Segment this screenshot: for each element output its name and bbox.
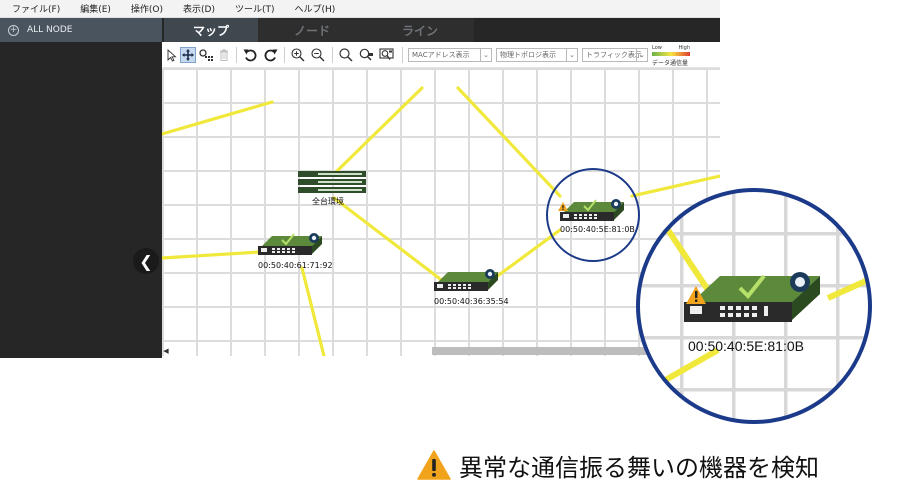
traffic-display-select[interactable]: トラフィック表示 ⌄ (582, 48, 648, 62)
search-icon[interactable] (338, 47, 354, 63)
layout-icon[interactable] (198, 47, 214, 63)
expand-icon[interactable]: + (8, 24, 19, 36)
node-label[interactable]: 00:50:40:61:71:92 (258, 261, 333, 270)
topology-display-select[interactable]: 物理トポロジ表示 ⌄ (496, 48, 578, 62)
mac-display-select[interactable]: MACアドレス表示 ⌄ (408, 48, 492, 62)
toolbar-separator (332, 47, 333, 63)
topology-display-value: 物理トポロジ表示 (500, 51, 556, 59)
menu-view[interactable]: 表示(D) (183, 2, 215, 15)
collapse-sidebar-button[interactable]: ❮ (133, 248, 159, 274)
group-node-label[interactable]: 全台環境 (312, 196, 344, 207)
zoom-node-label: 00:50:40:5E:81:0B (688, 338, 804, 354)
legend-caption: データ通信量 (652, 60, 689, 67)
warning-icon (417, 450, 451, 480)
redo-icon[interactable] (262, 47, 278, 63)
legend-low-label: Low (652, 45, 662, 51)
legend-gradient (652, 52, 690, 56)
pointer-icon[interactable] (166, 47, 178, 63)
zoom-bubble (636, 188, 872, 424)
node-label[interactable]: 00:50:40:36:35:54 (434, 297, 509, 306)
tree-root-item[interactable]: + ALL NODE (0, 18, 162, 42)
tab-map[interactable]: マップ (164, 18, 258, 42)
caption-text: 異常な通信振る舞いの機器を検知 (459, 453, 819, 482)
trash-icon[interactable] (218, 47, 230, 63)
group-node-icon (298, 171, 366, 193)
traffic-display-value: トラフィック表示 (586, 51, 642, 59)
zoom-in-icon[interactable] (290, 47, 306, 63)
move-icon[interactable] (180, 47, 196, 63)
legend-high-label: High (678, 45, 691, 51)
tab-bar: マップ ノード ライン (162, 18, 720, 42)
traffic-legend: Low High データ通信量 (652, 45, 692, 67)
tab-line[interactable]: ライン (366, 18, 474, 42)
chevron-down-icon[interactable]: ⌄ (636, 49, 647, 61)
menu-help[interactable]: ヘルプ(H) (295, 2, 336, 15)
scroll-left-arrow[interactable]: ◀ (162, 346, 170, 356)
toolbar-separator (402, 47, 403, 63)
caption: 異常な通信振る舞いの機器を検知 (417, 448, 819, 482)
sidebar: + ALL NODE (0, 18, 162, 358)
menu-edit[interactable]: 編集(E) (80, 2, 111, 15)
map-toolbar: MACアドレス表示 ⌄ 物理トポロジ表示 ⌄ トラフィック表示 ⌄ Low Hi… (162, 42, 720, 68)
undo-icon[interactable] (242, 47, 258, 63)
chevron-down-icon[interactable]: ⌄ (480, 49, 491, 61)
menu-file[interactable]: ファイル(F) (12, 2, 60, 15)
find-route-icon[interactable] (378, 47, 394, 63)
node-label[interactable]: 00:50:40:5E:81:0B (560, 225, 635, 234)
app-root: ファイル(F) 編集(E) 操作(O) 表示(D) ツール(T) ヘルプ(H) … (0, 0, 900, 491)
toolbar-separator (236, 47, 237, 63)
chevron-down-icon[interactable]: ⌄ (566, 49, 577, 61)
menu-bar: ファイル(F) 編集(E) 操作(O) 表示(D) ツール(T) ヘルプ(H) (0, 0, 720, 18)
zoom-out-icon[interactable] (310, 47, 326, 63)
menu-operation[interactable]: 操作(O) (131, 2, 163, 15)
menu-tools[interactable]: ツール(T) (235, 2, 275, 15)
find-node-icon[interactable] (358, 47, 374, 63)
tab-node[interactable]: ノード (258, 18, 366, 42)
tree-root-label: ALL NODE (27, 25, 73, 35)
mac-display-value: MACアドレス表示 (412, 51, 470, 59)
toolbar-separator (284, 47, 285, 63)
